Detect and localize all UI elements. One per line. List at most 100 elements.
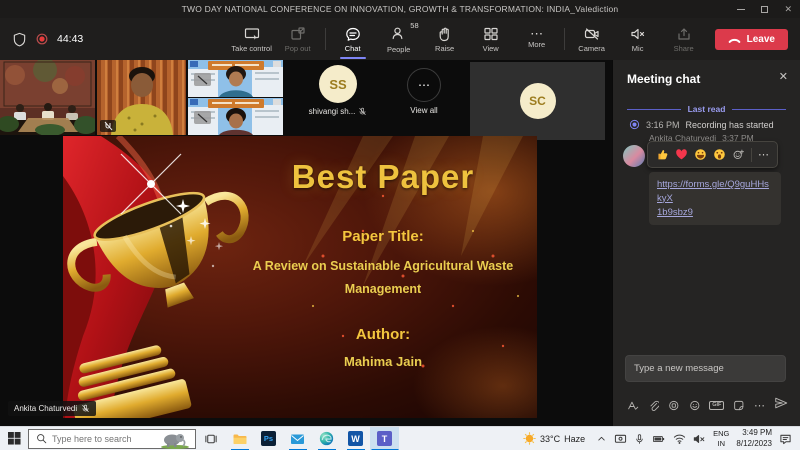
windows-taskbar: Ps W: [0, 426, 800, 450]
man-yellow-shirt-video: [97, 60, 186, 135]
tray-expand-chevron-icon[interactable]: [596, 433, 607, 444]
close-icon[interactable]: ✕: [784, 5, 792, 14]
chat-close-icon[interactable]: ✕: [779, 70, 788, 83]
author-label: Author:: [356, 326, 410, 343]
more-actions-button[interactable]: ⋯ More: [514, 18, 560, 60]
slide-text-block: Best Paper Paper Title: A Review on Sust…: [235, 136, 531, 418]
start-button[interactable]: [0, 427, 28, 450]
presenter-name: Ankita Chaturvedi: [14, 404, 77, 413]
task-view-button[interactable]: [196, 427, 225, 450]
sticker-icon[interactable]: [733, 399, 745, 412]
video-tile-woman-maroon[interactable]: [188, 98, 283, 135]
search-doodle-elephant: [157, 431, 193, 450]
weather-condition: Haze: [564, 434, 585, 444]
taskbar-right: 33°C Haze: [519, 428, 800, 449]
chat-panel-title: Meeting chat: [627, 72, 700, 86]
emoji-icon[interactable]: [689, 399, 701, 412]
minimize-icon[interactable]: [737, 9, 745, 10]
tray-mic-icon[interactable]: [634, 433, 645, 445]
mic-button[interactable]: Mic: [615, 18, 661, 60]
share-icon: [676, 26, 692, 42]
toolbar-divider: [564, 28, 565, 50]
participant-strip: SS shivangi sh... ⋯ View all: [0, 60, 612, 140]
reaction-bar: ⋯: [647, 141, 778, 168]
mic-muted-icon: [630, 26, 646, 42]
chat-icon: [345, 26, 361, 42]
pop-out-button: Pop out: [275, 18, 321, 60]
people-button[interactable]: 58 People: [376, 18, 422, 60]
more-icon: ⋯: [530, 30, 543, 38]
maximize-icon[interactable]: [761, 6, 768, 13]
participant-sc-tile[interactable]: SC: [470, 62, 605, 140]
taskbar-search[interactable]: [28, 429, 196, 449]
chat-compose-input[interactable]: [625, 355, 786, 382]
view-all-icon: ⋯: [407, 68, 441, 102]
thumbs-up-reaction-icon[interactable]: [656, 148, 669, 161]
paper-title-line2: Management: [345, 282, 421, 296]
more-reactions-icon[interactable]: [732, 148, 745, 161]
heart-reaction-icon[interactable]: [675, 148, 688, 161]
photoshop-button[interactable]: Ps: [254, 427, 283, 450]
sun-icon: [523, 432, 536, 445]
surprised-reaction-icon[interactable]: [713, 148, 726, 161]
clock-time: 3:49 PM: [742, 428, 772, 438]
author-name: Mahima Jain: [344, 354, 422, 369]
paper-title-line1: A Review on Sustainable Agricultural Was…: [253, 259, 513, 273]
gif-icon[interactable]: GIF: [709, 401, 724, 411]
raise-hand-button[interactable]: Raise: [422, 18, 468, 60]
compose-toolbar: GIF ⋯: [627, 396, 788, 415]
slide-title: Best Paper: [292, 158, 474, 196]
tray-display-icon[interactable]: [614, 433, 627, 445]
view-all-button[interactable]: ⋯ View all: [393, 68, 455, 115]
taskbar-clock[interactable]: 3:49 PM 8/12/2023: [736, 428, 772, 449]
video-tile-conference-room[interactable]: [0, 60, 95, 135]
raise-hand-icon: [437, 26, 453, 42]
window-title-bar: TWO DAY NATIONAL CONFERENCE ON INNOVATIO…: [0, 0, 800, 18]
mail-button[interactable]: [283, 427, 312, 450]
send-button[interactable]: [774, 396, 788, 415]
mic-off-icon: [358, 107, 367, 116]
people-count-badge: 58: [410, 21, 418, 30]
view-grid-icon: [483, 26, 499, 42]
action-center-icon[interactable]: [779, 433, 792, 445]
take-control-icon: [244, 26, 260, 42]
search-input[interactable]: [52, 434, 152, 444]
tray-wifi-icon[interactable]: [673, 433, 686, 445]
meeting-stage: SS shivangi sh... ⋯ View all: [0, 60, 612, 426]
leave-button[interactable]: Leave: [715, 29, 788, 50]
chat-active-indicator: [340, 57, 366, 59]
shield-icon[interactable]: [12, 32, 27, 47]
chat-button[interactable]: Chat: [330, 18, 376, 60]
edge-button[interactable]: [312, 427, 341, 450]
shared-slide: Best Paper Paper Title: A Review on Sust…: [63, 136, 537, 418]
search-icon: [36, 433, 47, 444]
tray-battery-icon[interactable]: [652, 433, 666, 445]
take-control-button[interactable]: Take control: [229, 18, 275, 60]
avatar: SC: [520, 83, 556, 119]
view-button[interactable]: View: [468, 18, 514, 60]
teams-button[interactable]: T: [370, 427, 399, 450]
video-tile-woman-teal[interactable]: [188, 60, 283, 97]
participant-shivangi[interactable]: SS shivangi sh...: [300, 65, 376, 116]
tray-volume-muted-icon[interactable]: [693, 433, 706, 445]
weather-widget[interactable]: 33°C Haze: [519, 432, 589, 445]
weather-temp: 33°C: [540, 434, 560, 444]
attach-icon[interactable]: [648, 399, 660, 412]
video-tile-man-yellow-shirt[interactable]: [97, 60, 186, 135]
message-link[interactable]: https://forms.gle/Q9guHHskyX 1b9sbz9: [657, 178, 773, 219]
language-indicator[interactable]: ENG IN: [713, 429, 729, 449]
camera-button[interactable]: Camera: [569, 18, 615, 60]
loop-component-icon[interactable]: [668, 399, 680, 412]
woman-maroon-video: [188, 98, 283, 135]
avatar: SS: [319, 65, 357, 103]
paper-title-label: Paper Title:: [342, 228, 423, 245]
message-author-avatar[interactable]: [623, 145, 645, 167]
word-button[interactable]: W: [341, 427, 370, 450]
photoshop-icon: Ps: [261, 431, 276, 446]
compose-more-icon[interactable]: ⋯: [754, 403, 765, 409]
laughing-reaction-icon[interactable]: [694, 148, 707, 161]
conference-room-video: [0, 60, 95, 135]
message-more-options-icon[interactable]: ⋯: [758, 152, 769, 158]
file-explorer-button[interactable]: [225, 427, 254, 450]
format-icon[interactable]: [627, 399, 639, 412]
